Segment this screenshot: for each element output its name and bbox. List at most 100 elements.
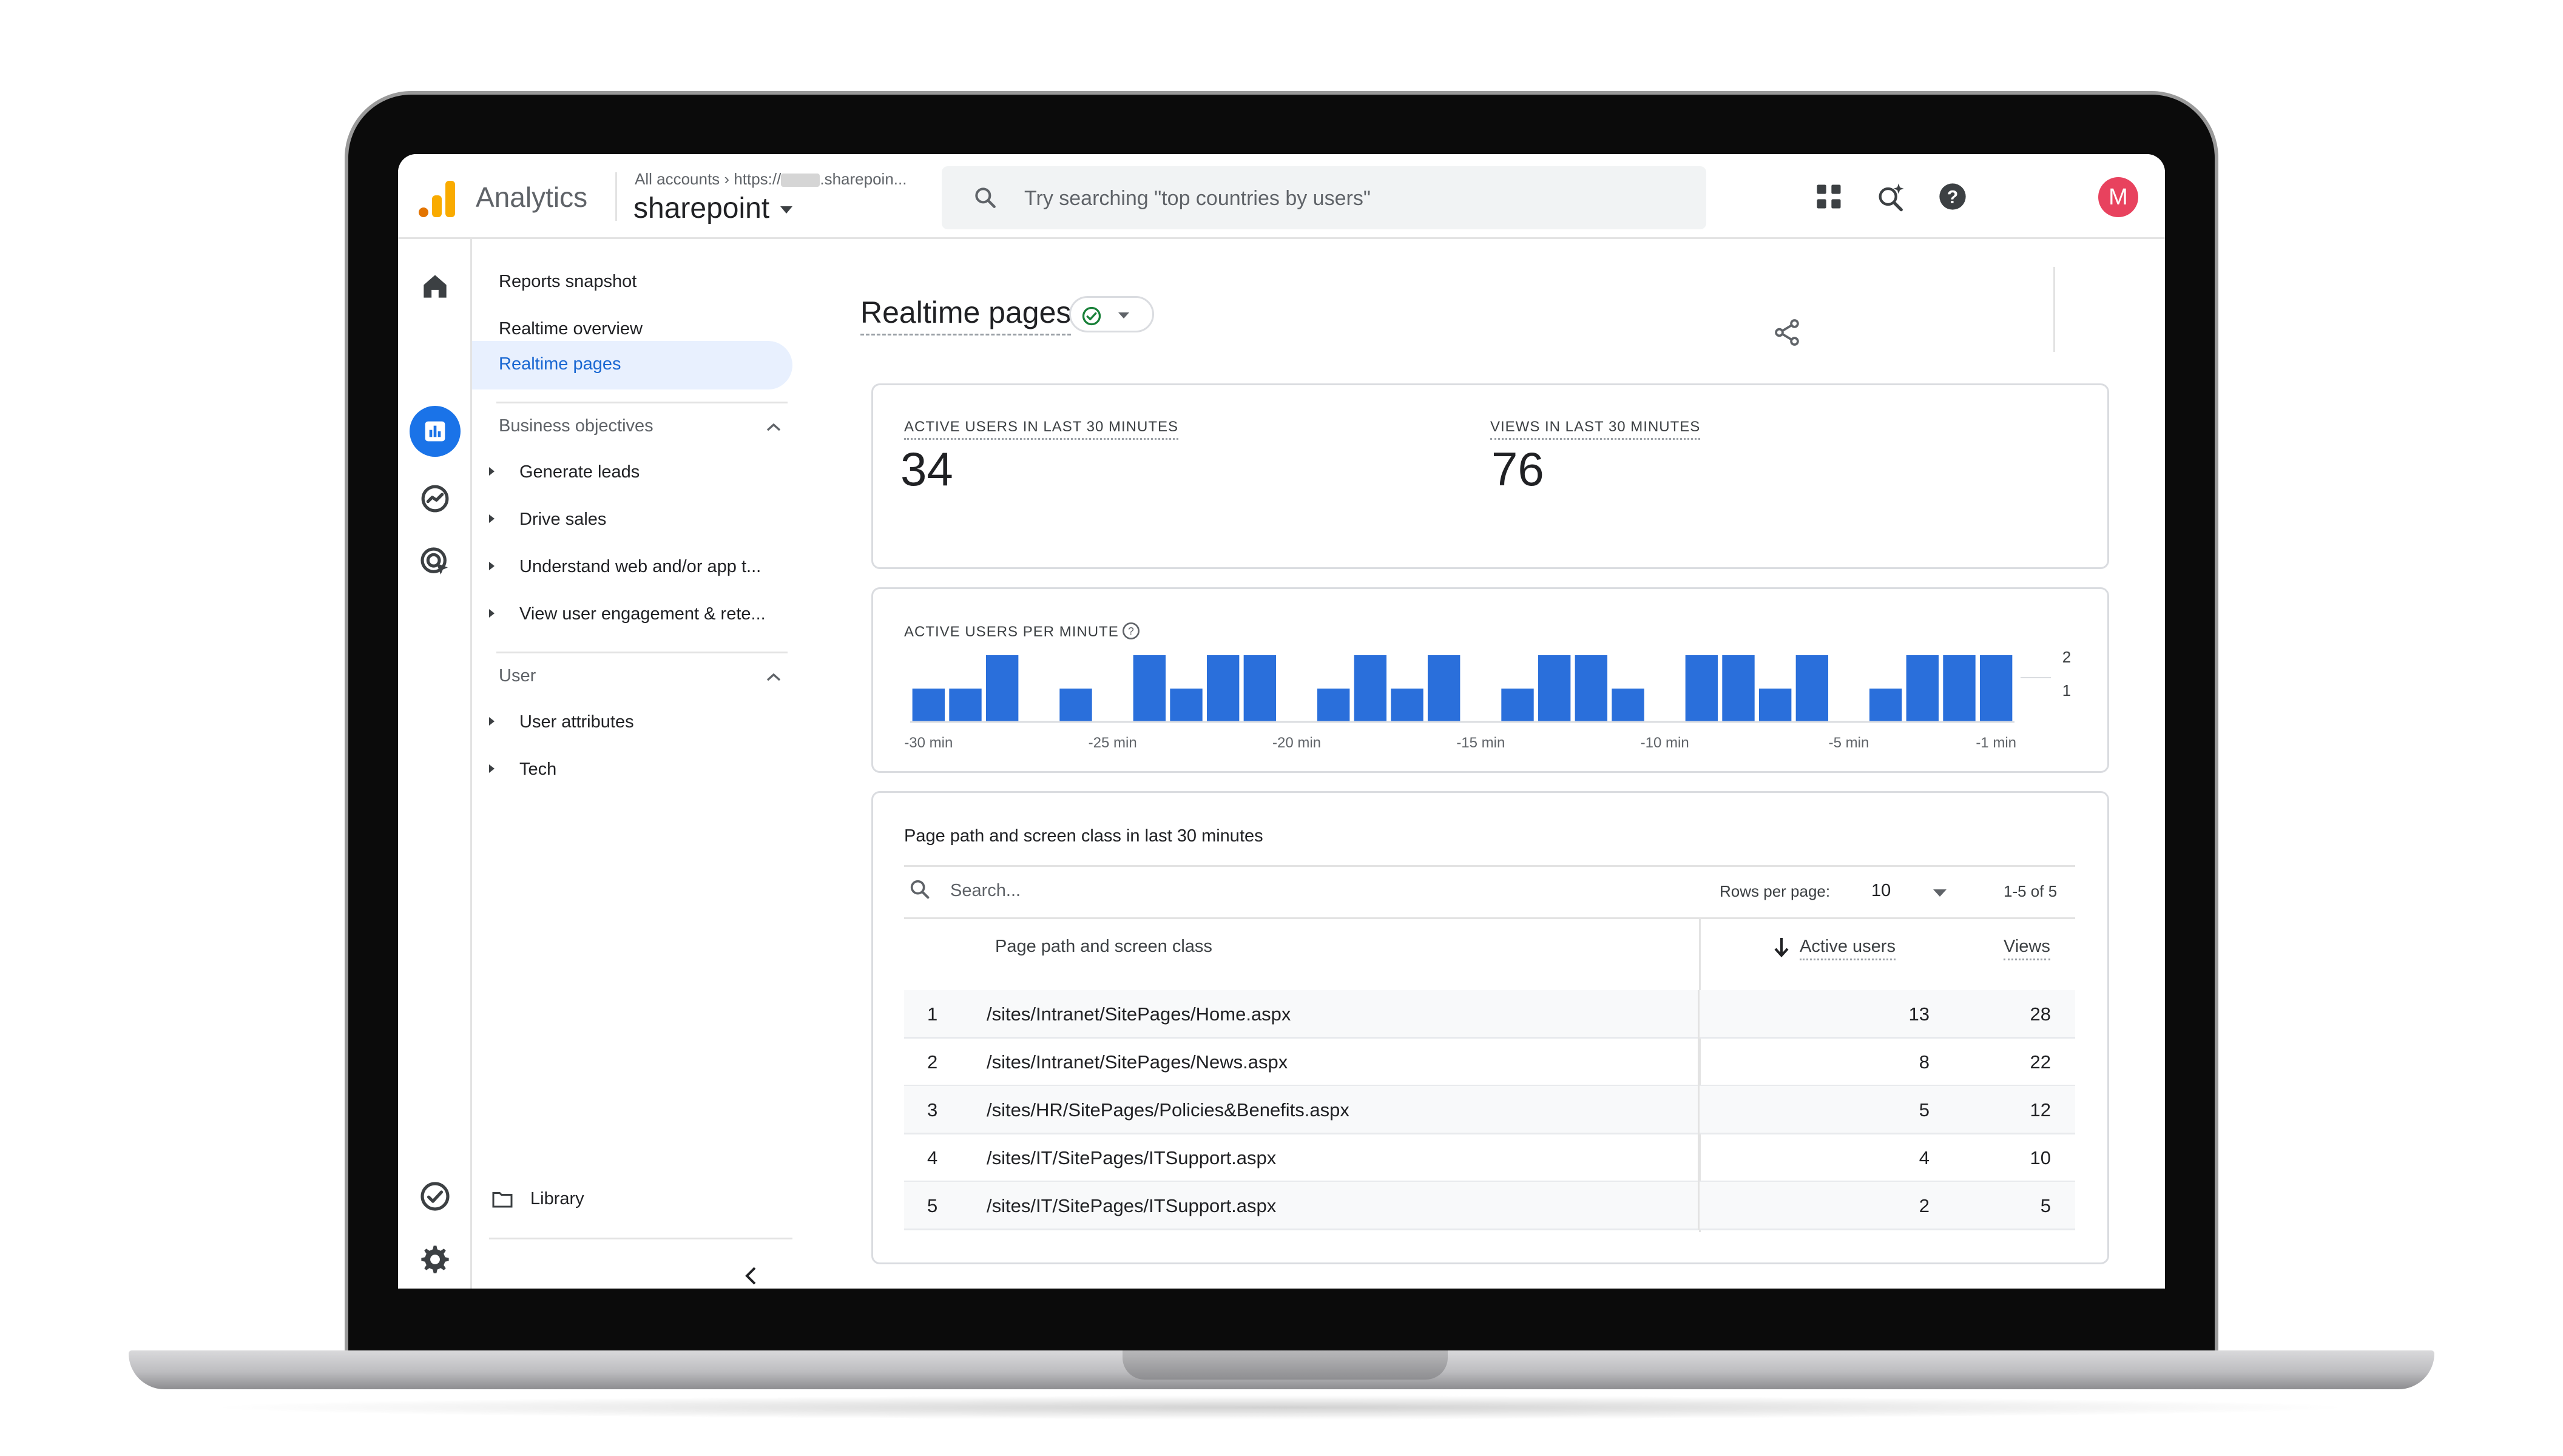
breadcrumb-separator-icon: ›: [724, 170, 734, 188]
chart-bar[interactable]: [1354, 655, 1387, 722]
chart-bar[interactable]: [1391, 689, 1423, 722]
chart-bar[interactable]: [949, 689, 982, 722]
row-views: 22: [2030, 1051, 2051, 1073]
chart-bar[interactable]: [985, 655, 1019, 722]
share-icon[interactable]: [1772, 315, 1802, 349]
caret-right-icon: [489, 467, 495, 476]
search-placeholder[interactable]: Try searching "top countries by users": [1024, 187, 1371, 211]
gear-icon[interactable]: [418, 1242, 452, 1276]
metric-label-active-users: ACTIVE USERS IN LAST 30 MINUTES: [904, 419, 1178, 440]
row-rank: 5: [927, 1195, 938, 1216]
row-page-path: /sites/IT/SitePages/ITSupport.aspx: [987, 1195, 1277, 1216]
chart-bar[interactable]: [1906, 655, 1939, 722]
chevron-up-icon[interactable]: [766, 672, 782, 682]
nav-item-library[interactable]: Library: [530, 1189, 584, 1209]
rows-per-page-label: Rows per page:: [1720, 882, 1831, 900]
chart-bar[interactable]: [1795, 655, 1829, 722]
chart-bar[interactable]: [1722, 655, 1755, 722]
check-circle-icon[interactable]: [418, 1179, 452, 1213]
table-row[interactable]: 3/sites/HR/SitePages/Policies&Benefits.a…: [904, 1086, 2075, 1134]
table-row[interactable]: 5/sites/IT/SitePages/ITSupport.aspx 2 5: [904, 1182, 2075, 1230]
caret-down-icon[interactable]: [1933, 889, 1947, 897]
home-icon[interactable]: [418, 269, 452, 303]
row-page-path: /sites/HR/SitePages/Policies&Benefits.as…: [987, 1099, 1349, 1121]
nav-item-realtime-overview[interactable]: Realtime overview: [499, 319, 643, 339]
apps-grid-icon[interactable]: [1813, 181, 1845, 212]
chart-bar[interactable]: [1427, 655, 1460, 722]
chart-bar[interactable]: [1133, 655, 1166, 722]
chart-bar[interactable]: [1206, 655, 1240, 722]
avatar[interactable]: M: [2098, 177, 2138, 217]
nav-item-user-attributes[interactable]: User attributes: [519, 712, 634, 732]
nav-item-realtime-pages-label[interactable]: Realtime pages: [499, 354, 621, 374]
chart-bar[interactable]: [1317, 689, 1350, 722]
table-divider: [904, 917, 2075, 919]
row-views: 10: [2030, 1147, 2051, 1168]
nav-section-user[interactable]: User: [499, 666, 536, 686]
bar-chart-icon[interactable]: [418, 414, 452, 448]
table-divider: [904, 865, 2075, 867]
nav-item-tech[interactable]: Tech: [519, 760, 556, 780]
chart-bar[interactable]: [1059, 689, 1092, 722]
table-title: Page path and screen class in last 30 mi…: [904, 826, 1263, 846]
chart-bar[interactable]: [1538, 655, 1571, 722]
global-search[interactable]: Try searching "top countries by users": [942, 166, 1706, 229]
x-tick-label: -5 min: [1829, 735, 1869, 751]
column-header-page-path[interactable]: Page path and screen class: [995, 937, 1212, 957]
help-icon[interactable]: ?: [1121, 621, 1141, 641]
chevron-up-icon[interactable]: [766, 422, 782, 432]
nav-item-reports-snapshot[interactable]: Reports snapshot: [499, 272, 637, 292]
advertising-icon[interactable]: [418, 545, 452, 579]
chart-bar[interactable]: [1170, 689, 1203, 722]
caret-right-icon: [489, 514, 495, 523]
chart-bar[interactable]: [1758, 689, 1792, 722]
status-pill[interactable]: [1069, 296, 1154, 332]
nav-divider: [496, 652, 788, 653]
nav-item-generate-leads[interactable]: Generate leads: [519, 462, 640, 482]
app-name: Analytics: [476, 181, 588, 213]
nav-item-drive-sales[interactable]: Drive sales: [519, 510, 606, 530]
folder-icon[interactable]: [491, 1190, 513, 1208]
table-search-input[interactable]: Search...: [950, 881, 1021, 901]
breadcrumb-accounts[interactable]: All accounts: [635, 170, 720, 188]
table-row[interactable]: 4/sites/IT/SitePages/ITSupport.aspx 4 10: [904, 1134, 2075, 1182]
chart-bar[interactable]: [1243, 655, 1277, 722]
left-rail: [398, 239, 472, 1289]
row-rank: 2: [927, 1051, 938, 1073]
table-row[interactable]: 2/sites/Intranet/SitePages/News.aspx 8 22: [904, 1038, 2075, 1087]
table-row[interactable]: 1/sites/Intranet/SitePages/Home.aspx 13 28: [904, 990, 2075, 1039]
chart-bar[interactable]: [1612, 689, 1644, 722]
chart-bar[interactable]: [1575, 655, 1608, 722]
chart-bar[interactable]: [1979, 655, 2013, 722]
row-views: 5: [2040, 1195, 2051, 1216]
chart-bar[interactable]: [1869, 689, 1902, 722]
caret-down-icon[interactable]: [780, 206, 792, 214]
search-icon: [910, 880, 930, 899]
nav-item-user-engagement[interactable]: View user engagement & rete...: [519, 604, 766, 624]
column-header-active-users[interactable]: Active users: [1800, 937, 1896, 960]
search-insights-icon[interactable]: [1875, 181, 1906, 212]
header-divider: [2053, 267, 2055, 352]
chart-bar[interactable]: [1943, 655, 1976, 722]
nav-item-understand-traffic[interactable]: Understand web and/or app t...: [519, 557, 761, 577]
x-tick-label: -20 min: [1272, 735, 1321, 751]
chevron-left-icon[interactable]: [743, 1266, 758, 1286]
caret-down-icon: [1118, 312, 1129, 318]
chart-bar[interactable]: [1685, 655, 1718, 722]
analytics-logo-icon[interactable]: [419, 181, 456, 217]
chart-bar[interactable]: [912, 689, 945, 722]
breadcrumb[interactable]: All accounts › https:// .sharepoin...: [635, 170, 907, 189]
property-selector[interactable]: sharepoint: [633, 192, 769, 225]
row-active-users: 2: [1919, 1195, 1930, 1216]
nav-section-business-objectives[interactable]: Business objectives: [499, 416, 653, 436]
metric-label-views: VIEWS IN LAST 30 MINUTES: [1490, 419, 1701, 440]
column-header-views[interactable]: Views: [2004, 937, 2050, 960]
pagination-range: 1-5 of 5: [2004, 882, 2058, 900]
breadcrumb-url-start: https://: [734, 170, 782, 188]
help-icon[interactable]: ?: [1937, 181, 1968, 212]
explore-icon[interactable]: [418, 482, 452, 516]
redacted-block: [781, 174, 820, 187]
chart-bar[interactable]: [1501, 689, 1534, 722]
rows-per-page-select[interactable]: 10: [1871, 881, 1891, 901]
arrow-down-icon[interactable]: [1773, 937, 1790, 957]
